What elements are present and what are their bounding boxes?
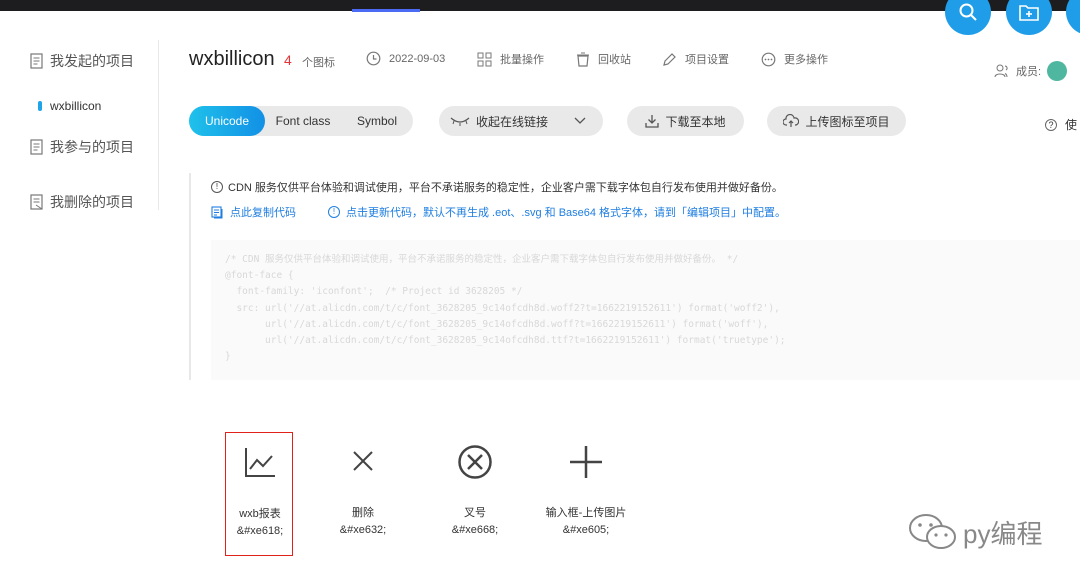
copy-code-link[interactable]: 点此复制代码 [211,204,296,220]
sidebar: 我发起的项目 wxbillicon 我参与的项目 我删除的项目 [0,11,160,211]
sidebar-item-label: 我发起的项目 [50,53,134,69]
top-nav-bar [0,0,1080,12]
collapse-link-button[interactable]: 收起在线链接 [439,106,603,136]
sidebar-item-label: 我删除的项目 [50,194,134,210]
close-icon [329,444,397,478]
wechat-icon [909,514,956,549]
watermark: py编程 [907,512,1042,552]
project-title: wxbillicon [189,48,275,70]
help-link[interactable]: ? 使 [1045,116,1077,133]
notice-side-bar [189,173,191,380]
batch-operation-button[interactable]: 批量操作 [477,51,544,67]
css-code-block[interactable]: /* CDN 服务仅供平台体验和调试使用，平台不承诺服务的稳定性，企业客户需下载… [211,240,1080,380]
glyph-card[interactable]: 输入框-上传图片 &#xe605; [546,432,626,556]
upload-button[interactable]: 上传图标至项目 [767,106,906,136]
question-icon: ? [1045,118,1057,131]
glyph-card[interactable]: wxb报表 &#xe618; [225,432,293,556]
more-float-button[interactable] [1066,0,1080,35]
users-icon [994,64,1008,78]
active-dot [38,101,42,111]
icon-count-unit: 个图标 [302,57,335,69]
members[interactable]: 成员: [994,61,1068,81]
glyph-name: 叉号 [464,507,486,519]
format-tabs: Unicode Font class Symbol [189,106,413,136]
cdn-notice: ! CDN 服务仅供平台体验和调试使用，平台不承诺服务的稳定性，企业客户需下载字… [211,179,783,195]
glyph-code: &#xe605; [562,524,610,536]
tab-symbol[interactable]: Symbol [341,106,413,136]
avatar[interactable] [1047,61,1068,81]
more-actions-button[interactable]: 更多操作 [761,51,828,67]
glyph-code: &#xe618; [236,525,284,537]
glyph-code: &#xe668; [451,524,499,536]
grid-icon [477,52,492,66]
sidebar-divider [158,40,159,210]
new-folder-button[interactable] [1006,0,1052,35]
more-icon [761,52,776,66]
plus-icon [552,444,620,478]
sidebar-project-wxbillicon[interactable]: wxbillicon [38,99,101,113]
info-icon: ! [328,206,340,218]
cloud-upload-icon [783,114,800,127]
chevron-down-icon [574,117,586,124]
glyph-card[interactable]: 叉号 &#xe668; [441,432,509,556]
copy-icon [211,205,223,218]
project-settings-button[interactable]: 项目设置 [662,51,729,67]
css-code: /* CDN 服务仅供平台体验和调试使用，平台不承诺服务的稳定性，企业客户需下载… [225,254,786,363]
line-chart-icon [226,445,294,479]
document-icon [30,53,43,69]
info-icon: ! [211,181,223,193]
download-icon [645,115,660,128]
sidebar-item-initiated[interactable]: 我发起的项目 [30,51,134,71]
pencil-icon [663,52,676,66]
search-icon [959,3,977,21]
glyph-name: 输入框-上传图片 [545,507,627,519]
recycle-bin-button[interactable]: 回收站 [576,51,631,67]
trash-document-icon [30,194,43,210]
project-date: 2022-09-03 [366,51,445,66]
glyph-name: wxb报表 [239,508,281,520]
eye-closed-icon [450,117,470,126]
circle-close-icon [441,444,509,479]
active-tab-indicator [352,9,420,12]
tab-unicode[interactable]: Unicode [189,106,265,136]
folder-add-icon [1019,5,1039,21]
glyph-card[interactable]: 删除 &#xe632; [329,432,397,556]
document-icon [30,139,43,155]
search-button[interactable] [945,0,991,35]
glyph-name: 删除 [352,507,374,519]
download-button[interactable]: 下载至本地 [627,106,744,136]
glyph-code: &#xe632; [339,524,387,536]
trash-icon [577,52,589,67]
sidebar-item-deleted[interactable]: 我删除的项目 [30,192,134,212]
sidebar-item-participated[interactable]: 我参与的项目 [30,137,134,157]
sidebar-item-label: 我参与的项目 [50,139,134,155]
update-code-link[interactable]: ! 点击更新代码，默认不再生成 .eot、.svg 和 Base64 格式字体，… [328,204,786,220]
project-link-label: wxbillicon [50,99,102,113]
tab-font-class[interactable]: Font class [265,106,341,136]
clock-icon [366,51,381,66]
icon-count: 4 [284,52,292,68]
